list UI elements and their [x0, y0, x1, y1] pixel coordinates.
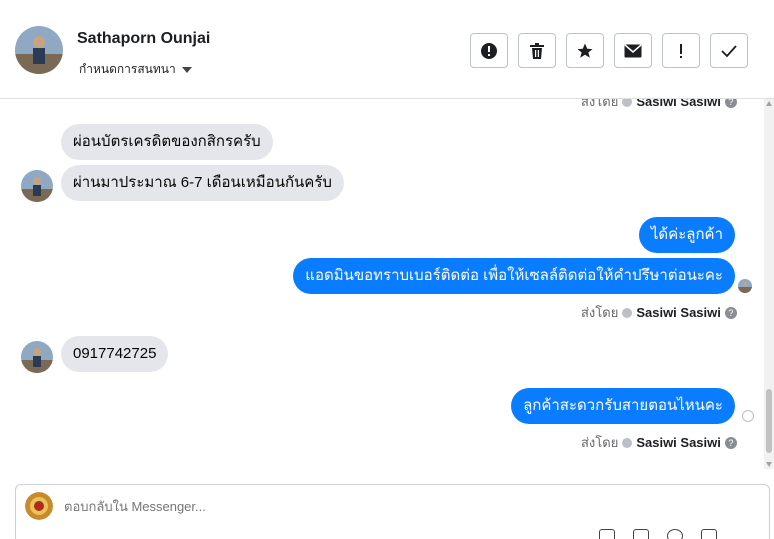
reply-composer: [15, 484, 770, 539]
attachment-icon[interactable]: [599, 529, 615, 539]
reply-input[interactable]: [64, 499, 664, 514]
emoji-icon[interactable]: [667, 529, 683, 539]
check-circle-icon: [622, 99, 633, 107]
check-circle-icon: [622, 437, 633, 448]
mark-unread-button[interactable]: [614, 33, 652, 68]
delete-button[interactable]: [518, 33, 556, 68]
message-bubble-incoming[interactable]: 0917742725: [61, 336, 169, 372]
contact-avatar-small: [21, 170, 53, 202]
scrollbar-thumb[interactable]: [766, 389, 772, 453]
alert-circle-icon: [481, 42, 497, 59]
sent-by-name: Sasiwi Sasiwi: [636, 305, 721, 320]
contact-avatar[interactable]: [15, 26, 63, 74]
spam-button[interactable]: [470, 33, 508, 68]
contact-avatar-small: [21, 341, 53, 373]
star-button[interactable]: [566, 33, 604, 68]
sent-by-label: ส่งโดย Sasiwi Sasiwi ?: [581, 99, 737, 112]
scroll-down-arrow[interactable]: [766, 462, 772, 467]
message-bubble-outgoing[interactable]: ได้ค่ะลูกค้า: [638, 217, 735, 253]
scroll-up-arrow[interactable]: [766, 101, 772, 106]
like-icon[interactable]: [701, 529, 717, 539]
conversation-header: Sathaporn Ounjai กำหนดการสนทนา: [0, 0, 774, 99]
envelope-icon: [624, 43, 642, 57]
caret-down-icon: [181, 66, 192, 73]
checkmark-icon: [721, 44, 737, 57]
sent-by-prefix: ส่งโดย: [581, 99, 619, 109]
help-icon[interactable]: ?: [724, 306, 737, 319]
sent-by-label: ส่งโดย Sasiwi Sasiwi ?: [581, 302, 737, 323]
conversation-actions: [470, 33, 748, 68]
check-circle-icon: [622, 307, 633, 318]
sent-by-name: Sasiwi Sasiwi: [636, 435, 721, 450]
sent-status-icon: [742, 410, 754, 422]
saved-reply-icon[interactable]: [633, 529, 649, 539]
sent-by-prefix: ส่งโดย: [581, 435, 619, 450]
star-icon: [577, 43, 593, 58]
mark-done-button[interactable]: [710, 33, 748, 68]
message-bubble-incoming[interactable]: ผ่านมาประมาณ 6-7 เดือนเหมือนกันครับ: [61, 165, 344, 201]
trash-icon: [530, 42, 544, 59]
sent-by-prefix: ส่งโดย: [581, 305, 619, 320]
contact-name[interactable]: Sathaporn Ounjai: [77, 30, 210, 48]
thread-scrollbar[interactable]: [764, 99, 774, 469]
message-bubble-outgoing[interactable]: แอดมินขอทราบเบอร์ติดต่อ เพื่อให้เซลล์ติด…: [293, 258, 735, 294]
message-bubble-outgoing[interactable]: ลูกค้าสะดวกรับสายตอนไหนคะ: [511, 388, 735, 424]
page-avatar: [25, 492, 53, 520]
assign-conversation-dropdown[interactable]: กำหนดการสนทนา: [79, 60, 192, 79]
exclamation-icon: [680, 43, 682, 58]
composer-tools: [599, 529, 717, 539]
seen-avatar: [738, 279, 752, 293]
message-thread[interactable]: ส่งโดย Sasiwi Sasiwi ? ผ่อนบัตรเครดิตของ…: [0, 99, 774, 469]
message-bubble-incoming[interactable]: ผ่อนบัตรเครดิตของกสิกรครับ: [61, 124, 273, 160]
assign-conversation-label: กำหนดการสนทนา: [79, 62, 176, 76]
help-icon[interactable]: ?: [724, 436, 737, 449]
follow-up-button[interactable]: [662, 33, 700, 68]
sent-by-label: ส่งโดย Sasiwi Sasiwi ?: [581, 432, 737, 453]
sent-by-name: Sasiwi Sasiwi: [636, 99, 721, 109]
help-icon[interactable]: ?: [724, 99, 737, 108]
